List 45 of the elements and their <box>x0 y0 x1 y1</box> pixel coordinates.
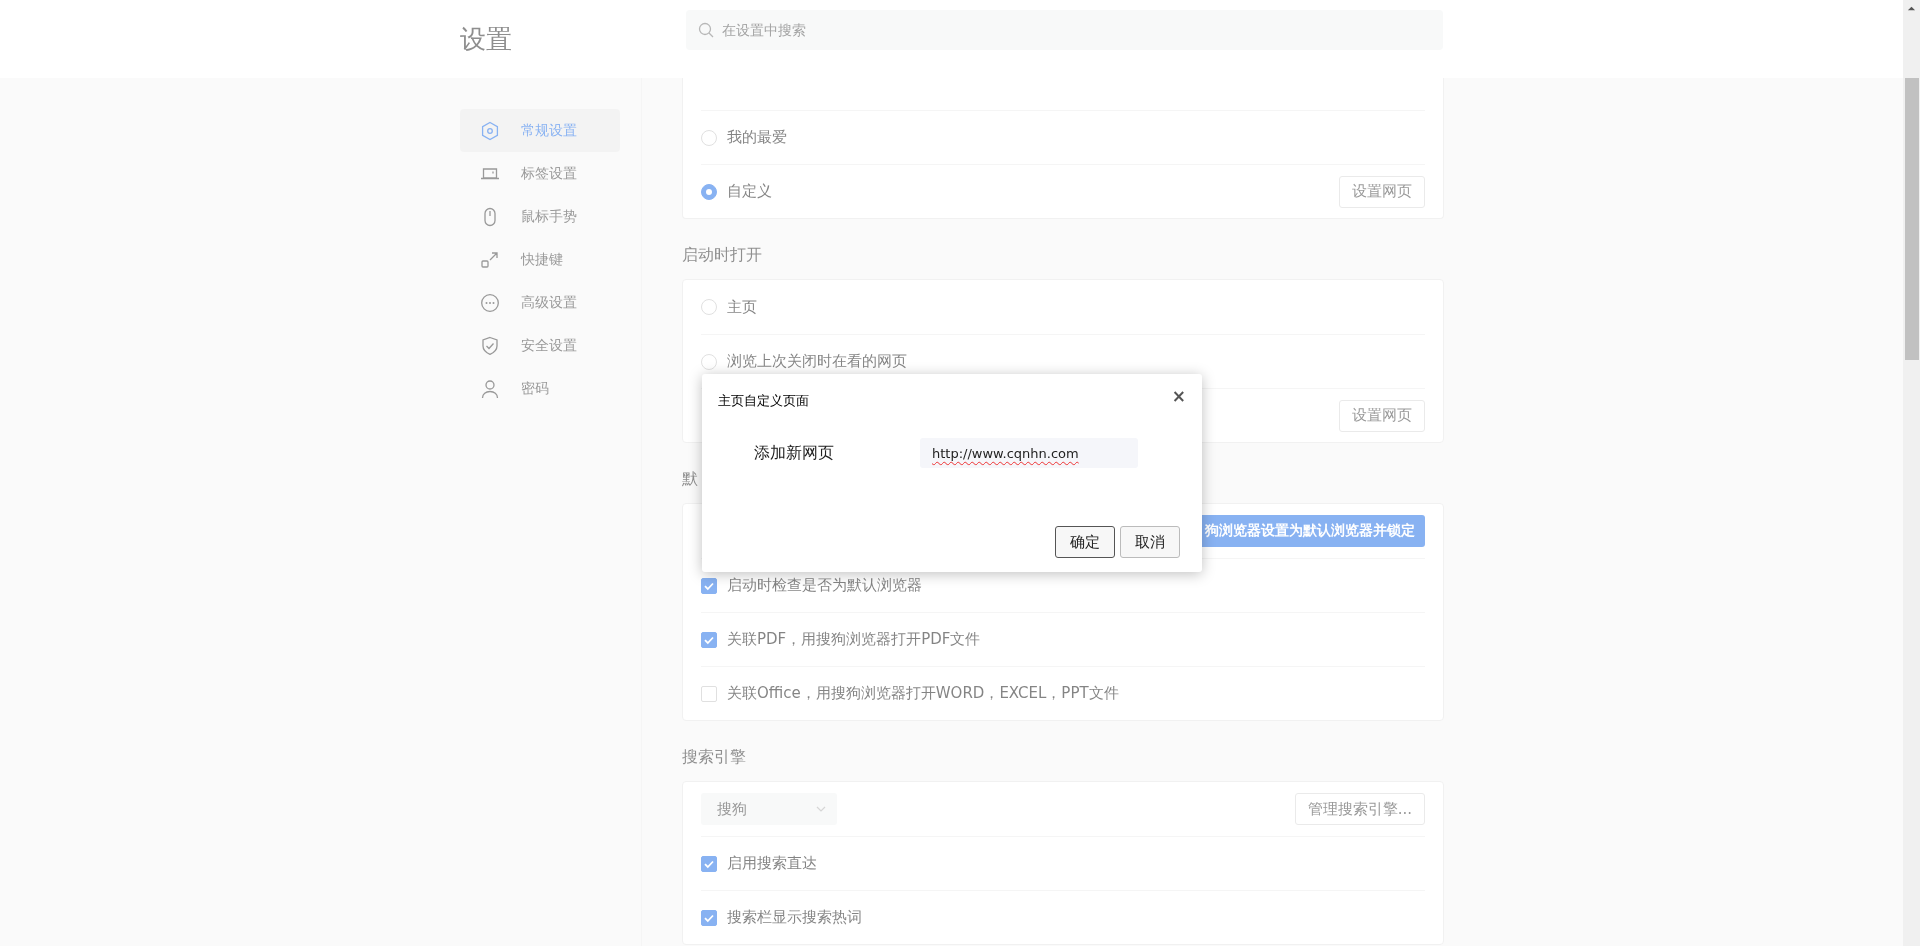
sidebar-item[interactable]: 常规设置 <box>460 109 620 152</box>
scrollbar-thumb[interactable] <box>1904 78 1919 360</box>
search-engine-dropdown[interactable]: 搜狗 <box>701 793 837 825</box>
option-label: 关联Office，用搜狗浏览器打开WORD，EXCEL，PPT文件 <box>727 684 1119 703</box>
shield-check-icon <box>480 335 500 356</box>
option-label: 启动时检查是否为默认浏览器 <box>727 576 922 595</box>
sidebar-item[interactable]: 鼠标手势 <box>460 195 620 238</box>
option-label: 主页 <box>727 297 757 316</box>
dialog-title: 主页自定义页面 <box>718 392 809 410</box>
sidebar-item[interactable]: 标签设置 <box>460 152 620 195</box>
search-field[interactable]: 在设置中搜索 <box>686 10 1443 50</box>
expand-arrow-icon <box>480 249 500 270</box>
url-field[interactable]: http://www.cqnhn.com <box>920 438 1138 468</box>
set-pages-button[interactable]: 设置网页 <box>1339 175 1425 208</box>
option-label: 自定义 <box>727 182 772 200</box>
checkbox[interactable] <box>701 909 717 926</box>
more-icon <box>480 292 500 313</box>
hexagon-icon <box>480 120 500 141</box>
user-icon <box>480 378 500 399</box>
sidebar-item[interactable]: 快捷键 <box>460 238 620 281</box>
field-label: 添加新网页 <box>754 442 835 464</box>
manage-engines-button[interactable]: 管理搜索引擎... <box>1294 793 1425 825</box>
page-title: 设置 <box>460 23 512 54</box>
sidebar-item[interactable]: 高级设置 <box>460 281 620 324</box>
option-label: 启用搜索直达 <box>727 854 817 873</box>
close-button[interactable]: × <box>1171 388 1186 405</box>
sidebar-item[interactable]: 安全设置 <box>460 324 620 367</box>
checkbox[interactable] <box>701 685 717 702</box>
checkbox[interactable] <box>701 577 717 594</box>
dialog-button[interactable]: 取消 <box>1120 526 1180 558</box>
checkbox[interactable] <box>701 855 717 872</box>
sidebar-item[interactable]: 密码 <box>460 367 620 410</box>
option-label: 关联PDF，用搜狗浏览器打开PDF文件 <box>727 630 981 649</box>
checkbox[interactable] <box>701 631 717 648</box>
scroll-up-icon[interactable] <box>1907 4 1916 13</box>
section-heading: 启动时打开 <box>682 245 762 265</box>
radio-button[interactable] <box>701 183 717 200</box>
scrollbar[interactable] <box>1903 0 1920 946</box>
option-label: 搜索栏显示搜索热词 <box>727 908 862 927</box>
section-heading: 搜索引擎 <box>682 747 746 767</box>
section-heading: 默 <box>682 469 698 489</box>
option-label: 我的最爱 <box>727 128 787 146</box>
set-pages-button[interactable]: 设置网页 <box>1339 399 1425 432</box>
dialog-button[interactable]: 确定 <box>1055 526 1115 558</box>
option-label: 浏览上次关闭时在看的网页 <box>727 352 907 370</box>
